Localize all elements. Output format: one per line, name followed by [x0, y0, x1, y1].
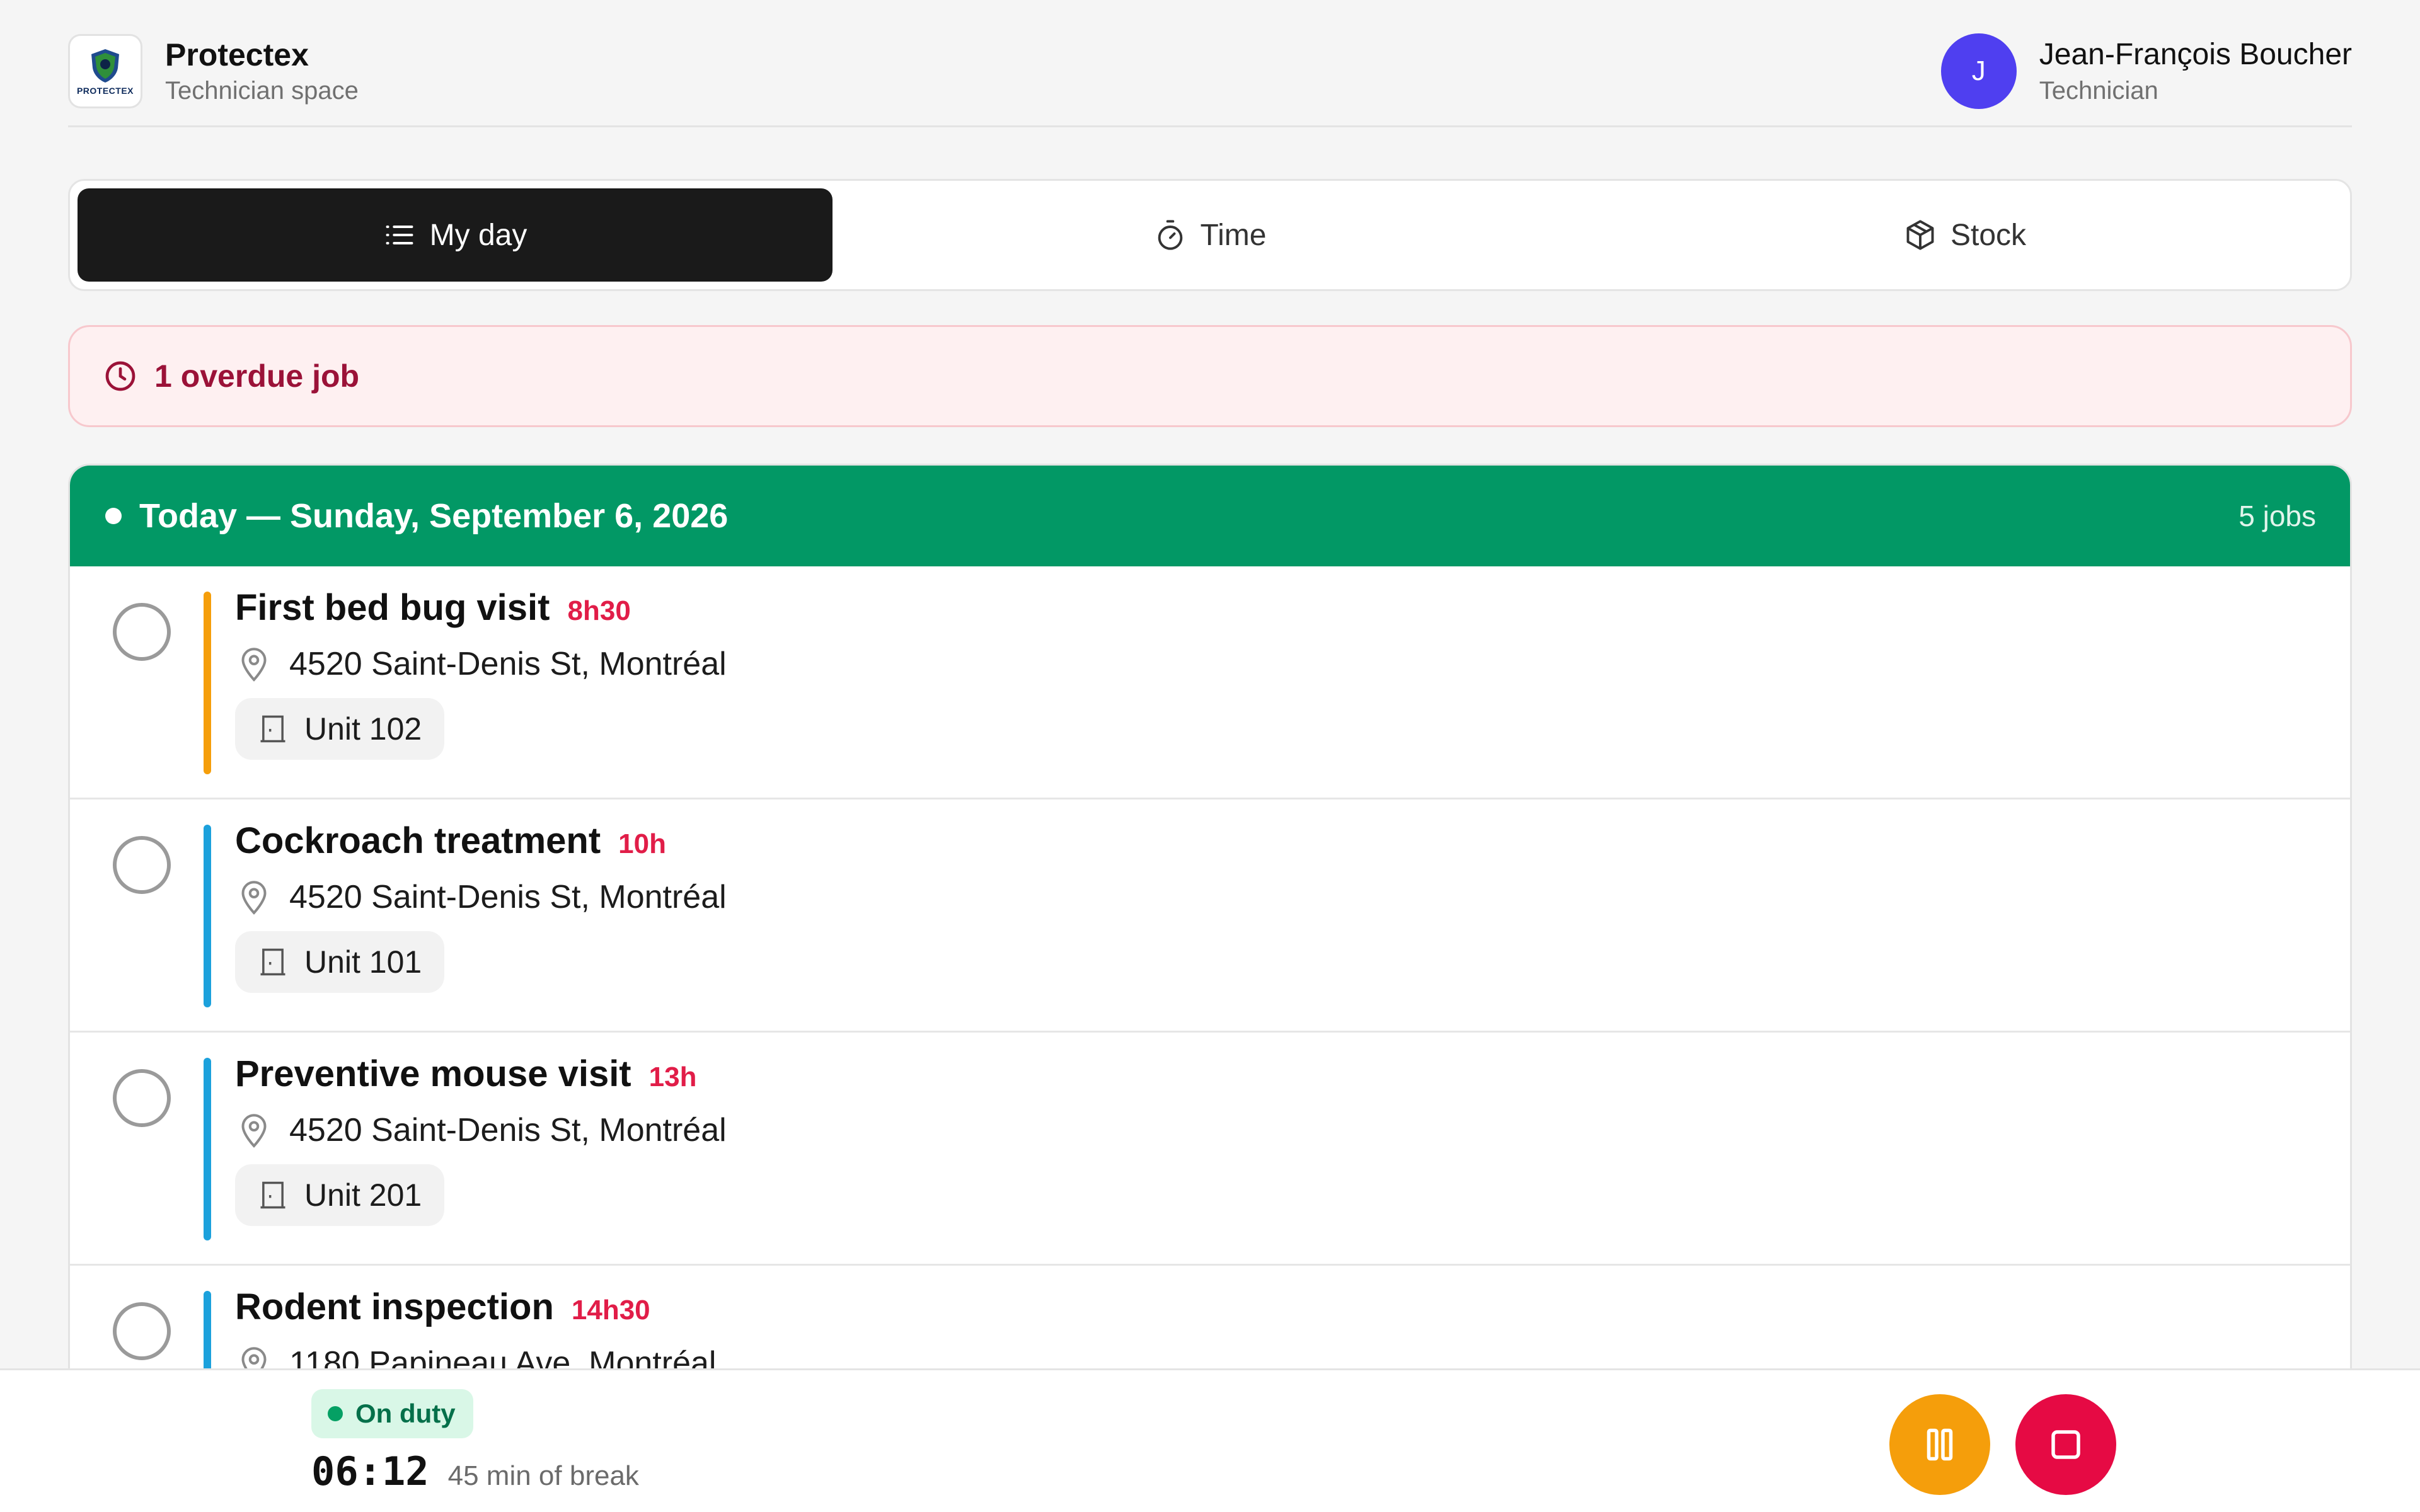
tab-stock[interactable]: Stock — [1587, 188, 2342, 282]
job-address-row: 4520 Saint-Denis St, Montréal — [235, 645, 727, 683]
door-icon — [260, 948, 285, 976]
job-checkbox[interactable] — [113, 836, 171, 894]
location-pin-icon — [241, 1114, 267, 1148]
shield-logo-icon — [91, 49, 119, 83]
user-role: Technician — [2039, 76, 2158, 105]
job-item[interactable]: Rodent inspection 14h30 1180 Papineau Av… — [70, 1266, 2350, 1375]
day-title-group: Today — Sunday, September 6, 2026 — [105, 496, 728, 536]
day-title: Today — Sunday, September 6, 2026 — [139, 497, 729, 535]
job-title: Preventive mouse visit — [235, 1053, 631, 1094]
tab-time[interactable]: Time — [833, 188, 1587, 282]
status-badge-label: On duty — [355, 1399, 456, 1428]
job-unit-chip: Unit 101 — [235, 931, 445, 993]
tab-my-day[interactable]: My day — [78, 188, 833, 282]
duty-timer: 06:12 — [311, 1448, 429, 1494]
technician-app: PROTECTEX Protectex Technician space J J… — [0, 0, 2420, 1512]
clock-icon — [105, 361, 135, 391]
tab-time-label: Time — [1200, 218, 1267, 252]
job-count: 5 jobs — [2238, 500, 2316, 532]
stop-icon — [2051, 1430, 2080, 1459]
duty-status-bar: On duty 06:12 45 min of break — [0, 1368, 2420, 1512]
job-title-row: Cockroach treatment 10h — [235, 820, 727, 862]
pause-icon — [1927, 1428, 1953, 1461]
brand-subtitle: Technician space — [165, 77, 359, 105]
job-address: 4520 Saint-Denis St, Montréal — [289, 879, 727, 915]
job-title: Rodent inspection — [235, 1286, 554, 1327]
job-unit-chip: Unit 102 — [235, 698, 445, 760]
job-time: 8h30 — [567, 595, 631, 626]
main-tabs: My day Time Stock — [68, 179, 2352, 291]
job-item[interactable]: First bed bug visit 8h30 4520 Saint-Deni… — [70, 566, 2350, 799]
job-color-bar — [204, 592, 211, 774]
job-address-row: 4520 Saint-Denis St, Montréal — [235, 878, 727, 916]
box-icon — [1906, 220, 1934, 250]
job-unit: Unit 101 — [304, 944, 422, 980]
user-info: Jean-François Boucher Technician — [2039, 37, 2352, 105]
stopwatch-icon — [1158, 220, 1182, 250]
job-address: 4520 Saint-Denis St, Montréal — [289, 1112, 727, 1148]
user-profile[interactable]: J Jean-François Boucher Technician — [1940, 33, 2352, 109]
job-checkbox[interactable] — [113, 1302, 171, 1360]
job-checkbox[interactable] — [113, 603, 171, 661]
job-color-bar — [204, 825, 211, 1007]
job-color-bar — [204, 1058, 211, 1240]
job-title: First bed bug visit — [235, 587, 550, 628]
job-time: 14h30 — [571, 1295, 650, 1326]
status-dot — [328, 1406, 343, 1421]
job-title: Cockroach treatment — [235, 820, 601, 861]
day-schedule: Today — Sunday, September 6, 2026 5 jobs… — [68, 464, 2352, 1377]
break-info: 45 min of break — [447, 1460, 639, 1491]
job-content: Cockroach treatment 10h 4520 Saint-Denis… — [235, 820, 727, 993]
job-time: 13h — [648, 1062, 697, 1092]
tab-stock-label: Stock — [1950, 218, 2027, 252]
job-content: Preventive mouse visit 13h 4520 Saint-De… — [235, 1053, 727, 1226]
pause-button[interactable] — [1889, 1394, 1990, 1495]
timer-row: 06:12 45 min of break — [311, 1448, 639, 1494]
overdue-banner[interactable]: 1 overdue job — [68, 325, 2352, 427]
job-checkbox[interactable] — [113, 1069, 171, 1127]
user-name: Jean-François Boucher — [2039, 37, 2352, 71]
job-item[interactable]: Preventive mouse visit 13h 4520 Saint-De… — [70, 1033, 2350, 1266]
job-item[interactable]: Cockroach treatment 10h 4520 Saint-Denis… — [70, 799, 2350, 1033]
brand-logo: PROTECTEX — [68, 33, 142, 108]
door-icon — [260, 1181, 285, 1209]
day-header: Today — Sunday, September 6, 2026 5 jobs — [70, 466, 2350, 566]
location-pin-icon — [241, 648, 267, 682]
location-pin-icon — [241, 881, 267, 915]
brand: PROTECTEX Protectex Technician space — [68, 33, 359, 108]
stop-button[interactable] — [2015, 1394, 2116, 1495]
tab-my-day-label: My day — [429, 218, 527, 252]
job-address: 4520 Saint-Denis St, Montréal — [289, 646, 727, 682]
app-header: PROTECTEX Protectex Technician space J J… — [68, 19, 2352, 127]
job-content: First bed bug visit 8h30 4520 Saint-Deni… — [235, 587, 727, 760]
job-title-row: Rodent inspection 14h30 — [235, 1286, 716, 1328]
job-time: 10h — [618, 828, 666, 859]
job-unit: Unit 201 — [304, 1177, 422, 1213]
today-dot — [105, 508, 122, 524]
avatar[interactable]: J — [1940, 33, 2017, 109]
brand-text: Protectex Technician space — [165, 37, 359, 105]
door-icon — [260, 715, 285, 743]
overdue-text: 1 overdue job — [154, 358, 360, 394]
job-title-row: Preventive mouse visit 13h — [235, 1053, 727, 1095]
job-address-row: 4520 Saint-Denis St, Montréal — [235, 1111, 727, 1149]
job-unit: Unit 102 — [304, 711, 422, 747]
job-title-row: First bed bug visit 8h30 — [235, 587, 727, 629]
status-badge: On duty — [311, 1389, 473, 1438]
logo-wordmark: PROTECTEX — [76, 85, 134, 96]
job-color-bar — [204, 1291, 211, 1375]
job-content: Rodent inspection 14h30 1180 Papineau Av… — [235, 1286, 716, 1375]
brand-name: Protectex — [165, 37, 309, 72]
list-icon — [386, 226, 413, 244]
job-unit-chip: Unit 201 — [235, 1164, 445, 1226]
